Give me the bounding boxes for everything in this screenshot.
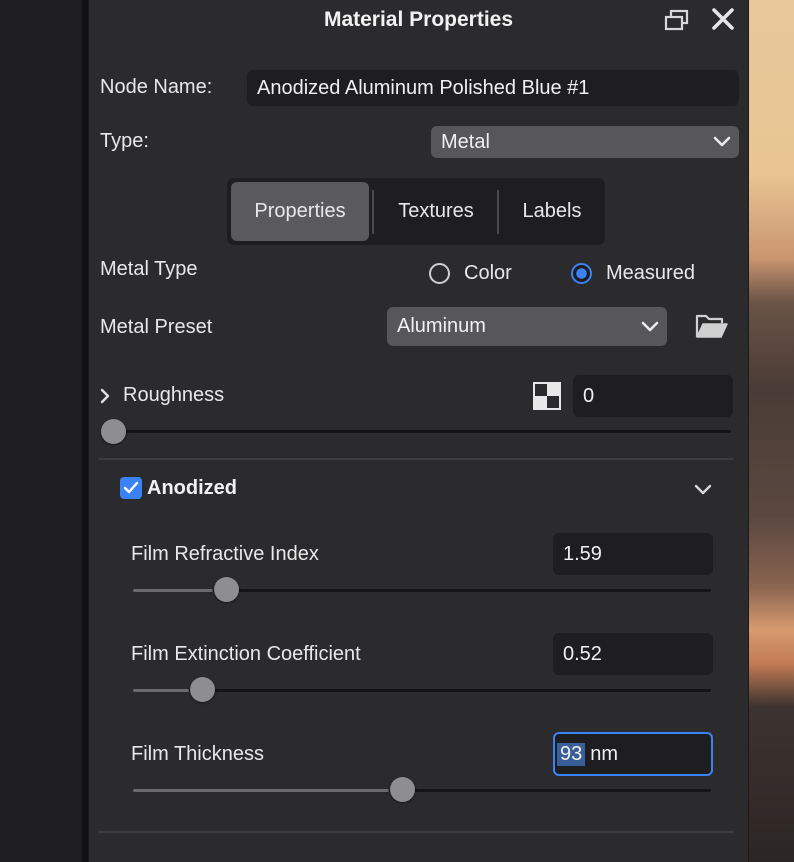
panel-title: Material Properties [323, 8, 514, 31]
film-thickness-input[interactable]: 93 nm [553, 732, 713, 776]
metal-preset-select[interactable]: Aluminum [387, 307, 667, 346]
restore-window-icon [664, 9, 689, 31]
film-extinction-coefficient-slider-track[interactable] [133, 689, 711, 692]
tab-divider [497, 190, 499, 234]
section-divider-bottom [99, 831, 733, 833]
restore-window-button[interactable] [663, 6, 691, 34]
metal-type-color-option[interactable]: Color [429, 262, 512, 285]
radio-color-label: Color [464, 262, 512, 284]
tab-properties[interactable]: Properties [231, 182, 369, 241]
anodized-checkbox[interactable] [120, 477, 142, 499]
anodized-collapse-button[interactable] [689, 478, 717, 502]
film-refractive-index-slider-fill [133, 589, 213, 592]
close-icon [712, 8, 734, 30]
type-label: Type: [100, 130, 149, 152]
chevron-right-icon [100, 388, 110, 403]
tab-textures[interactable]: Textures [377, 182, 495, 241]
node-name-label: Node Name: [100, 76, 213, 98]
roughness-texture-button[interactable] [531, 380, 563, 412]
metal-preset-value: Aluminum [397, 315, 486, 337]
background-left [0, 0, 82, 862]
film-refractive-index-input[interactable]: 1.59 [553, 533, 713, 575]
chevron-down-icon [713, 136, 731, 147]
chevron-down-icon [694, 484, 712, 495]
film-extinction-coefficient-slider-fill [133, 689, 189, 692]
film-extinction-coefficient-input[interactable]: 0.52 [553, 633, 713, 675]
film-thickness-unit: nm [590, 742, 619, 765]
roughness-label: Roughness [123, 384, 225, 406]
close-button[interactable] [709, 5, 737, 33]
tab-bar: Properties Textures Labels [227, 178, 605, 245]
metal-type-measured-option[interactable]: Measured [571, 262, 695, 285]
tab-divider [372, 190, 374, 234]
folder-open-icon [695, 314, 728, 338]
material-properties-panel: Material Properties Node Name: Anodized … [88, 0, 749, 862]
type-select-value: Metal [441, 130, 490, 153]
radio-color[interactable] [429, 263, 450, 284]
background-photo [748, 0, 794, 862]
roughness-input[interactable]: 0 [573, 375, 733, 417]
film-refractive-index-label: Film Refractive Index [131, 543, 319, 565]
metal-preset-label: Metal Preset [100, 316, 213, 338]
checker-texture-icon [533, 382, 561, 410]
section-divider [99, 458, 733, 460]
checkmark-icon [123, 481, 139, 494]
film-thickness-slider-thumb[interactable] [390, 777, 415, 802]
type-select[interactable]: Metal [431, 126, 739, 158]
anodized-label: Anodized [147, 477, 237, 499]
film-extinction-coefficient-label: Film Extinction Coefficient [131, 643, 361, 665]
tab-labels[interactable]: Labels [502, 182, 602, 241]
folder-open-button[interactable] [693, 309, 731, 343]
film-thickness-value: 93 [557, 742, 586, 766]
roughness-expander[interactable]: Roughness [99, 384, 224, 407]
radio-measured[interactable] [571, 263, 592, 284]
roughness-slider-track[interactable] [103, 430, 731, 433]
roughness-slider-thumb[interactable] [101, 419, 126, 444]
film-extinction-coefficient-slider-thumb[interactable] [190, 677, 215, 702]
node-name-input[interactable]: Anodized Aluminum Polished Blue #1 [247, 70, 739, 106]
film-thickness-slider-track[interactable] [133, 789, 711, 792]
film-refractive-index-slider-thumb[interactable] [214, 577, 239, 602]
film-thickness-label: Film Thickness [131, 743, 264, 765]
radio-measured-label: Measured [606, 262, 695, 284]
chevron-down-icon [641, 321, 659, 331]
film-thickness-slider-fill [133, 789, 389, 792]
metal-type-label: Metal Type [100, 258, 198, 280]
